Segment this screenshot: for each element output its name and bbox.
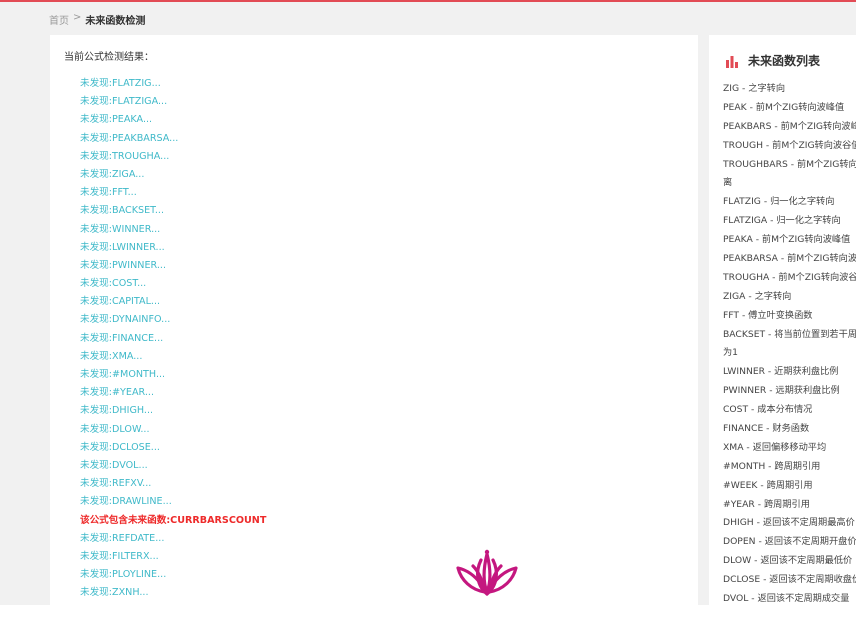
function-list-item: LWINNER - 近期获利盘比例 [723, 366, 839, 378]
function-list-item: TROUGHBARS - 前M个ZIG转向波谷到当前距 [723, 158, 856, 170]
result-item[interactable]: 未发现:#YEAR... [80, 384, 266, 402]
result-item[interactable]: 未发现:PWINNER... [80, 257, 266, 275]
function-list-item: BACKSET - 将当前位置到若干周期前的数据设 [723, 328, 856, 340]
result-item[interactable]: 未发现:FLATZIGA... [80, 93, 266, 111]
function-list-item: 为1 [723, 347, 739, 359]
breadcrumb-separator: > [73, 12, 82, 23]
result-item[interactable]: 未发现:DLOW... [80, 421, 266, 439]
result-item[interactable]: 未发现:PEAKA... [80, 111, 266, 129]
result-panel-title: 当前公式检测结果： [64, 52, 154, 63]
lotus-logo [456, 549, 518, 596]
function-panel-title: 未来函数列表 [748, 54, 821, 68]
result-item[interactable]: 未发现:#MONTH... [80, 366, 266, 384]
result-item[interactable]: 未发现:REFXV... [80, 475, 266, 493]
function-list-item: PEAKA - 前M个ZIG转向波峰值 [723, 234, 851, 246]
function-list-item: DCLOSE - 返回该不定周期收盘价 [723, 574, 856, 586]
breadcrumb: 首页 > 未来函数检测 [49, 12, 145, 27]
result-item[interactable]: 未发现:DVOL... [80, 457, 266, 475]
result-item[interactable]: 未发现:TROUGHA... [80, 148, 266, 166]
function-list-item: DOPEN - 返回该不定周期开盘价 [723, 536, 856, 548]
result-item[interactable]: 未发现:LWINNER... [80, 239, 266, 257]
function-list-item: FFT - 傅立叶变换函数 [723, 309, 813, 321]
function-list-item: TROUGHA - 前M个ZIG转向波谷值 [723, 271, 856, 283]
result-item[interactable]: 未发现:CAPITAL... [80, 293, 266, 311]
result-item[interactable]: 未发现:DRAWLINE... [80, 493, 266, 511]
function-list-item: FLATZIGA - 归一化之字转向 [723, 215, 841, 227]
result-item[interactable]: 未发现:REFDATE... [80, 530, 266, 548]
result-item[interactable]: 未发现:FILTERX... [80, 548, 266, 566]
result-item[interactable]: 未发现:BACKSET... [80, 202, 266, 220]
result-item-warning[interactable]: 该公式包含未来函数:CURRBARSCOUNT [80, 512, 266, 530]
function-list-item: DHIGH - 返回该不定周期最高价 [723, 517, 855, 529]
function-list-item: 离 [723, 177, 733, 189]
function-list-item: #YEAR - 跨周期引用 [723, 498, 810, 510]
result-item[interactable]: 未发现:PEAKBARSA... [80, 130, 266, 148]
result-item[interactable]: 未发现:FINANCE... [80, 330, 266, 348]
result-item[interactable]: 未发现:XMA... [80, 348, 266, 366]
function-list-item: XMA - 返回偏移移动平均 [723, 441, 827, 453]
detection-result-panel: 当前公式检测结果： 未发现:FLATZIG... 未发现:FLATZIGA... 未… [50, 35, 698, 605]
function-list-item: TROUGH - 前M个ZIG转向波谷值 [723, 139, 856, 151]
future-function-panel: 未来函数列表 ZIG - 之字转向 PEAK - 前M个ZIG转向波峰值 PEAKB… [709, 35, 856, 605]
result-item[interactable]: 未发现:ZXNH... [80, 584, 266, 602]
result-item[interactable]: 未发现:DYNAINFO... [80, 311, 266, 329]
function-list-item: PEAK - 前M个ZIG转向波峰值 [723, 101, 845, 113]
function-list-item: FLATZIG - 归一化之字转向 [723, 196, 835, 208]
bar-chart-icon [726, 55, 738, 68]
function-list-item: DVOL - 返回该不定周期成交量 [723, 593, 850, 605]
function-list-item: #WEEK - 跨周期引用 [723, 479, 813, 491]
function-list-item: PEAKBARSA - 前M个ZIG转向波峰 [723, 253, 856, 265]
result-item[interactable]: 未发现:ZIGA... [80, 166, 266, 184]
result-item[interactable]: 未发现:DHIGH... [80, 402, 266, 420]
function-list-item: ZIG - 之字转向 [723, 83, 786, 94]
bottom-strip [0, 605, 856, 621]
function-list: ZIG - 之字转向 PEAK - 前M个ZIG转向波峰值 PEAKBARS - 前… [723, 80, 856, 605]
result-item[interactable]: 未发现:COST... [80, 275, 266, 293]
breadcrumb-home-link[interactable]: 首页 [49, 12, 69, 27]
result-item[interactable]: 未发现:DCLOSE... [80, 439, 266, 457]
function-list-item: ZIGA - 之字转向 [723, 290, 792, 302]
function-panel-header: 未来函数列表 [725, 52, 820, 69]
result-item[interactable]: 未发现:FFT... [80, 184, 266, 202]
function-list-item: PWINNER - 远期获利盘比例 [723, 385, 840, 397]
function-list-item: DLOW - 返回该不定周期最低价 [723, 555, 853, 567]
result-item[interactable]: 未发现:FLATZIG... [80, 75, 266, 93]
function-list-item: #MONTH - 跨周期引用 [723, 460, 821, 472]
function-list-item: FINANCE - 财务函数 [723, 423, 810, 435]
breadcrumb-current: 未来函数检测 [85, 16, 146, 27]
result-list: 未发现:FLATZIG... 未发现:FLATZIGA... 未发现:PEAKA..… [80, 75, 266, 602]
top-accent-bar [0, 0, 856, 2]
result-item[interactable]: 未发现:PLOYLINE... [80, 566, 266, 584]
function-list-item: COST - 成本分布情况 [723, 404, 813, 416]
result-item[interactable]: 未发现:WINNER... [80, 221, 266, 239]
function-list-item: PEAKBARS - 前M个ZIG转向波峰到当前距离 [723, 120, 856, 132]
